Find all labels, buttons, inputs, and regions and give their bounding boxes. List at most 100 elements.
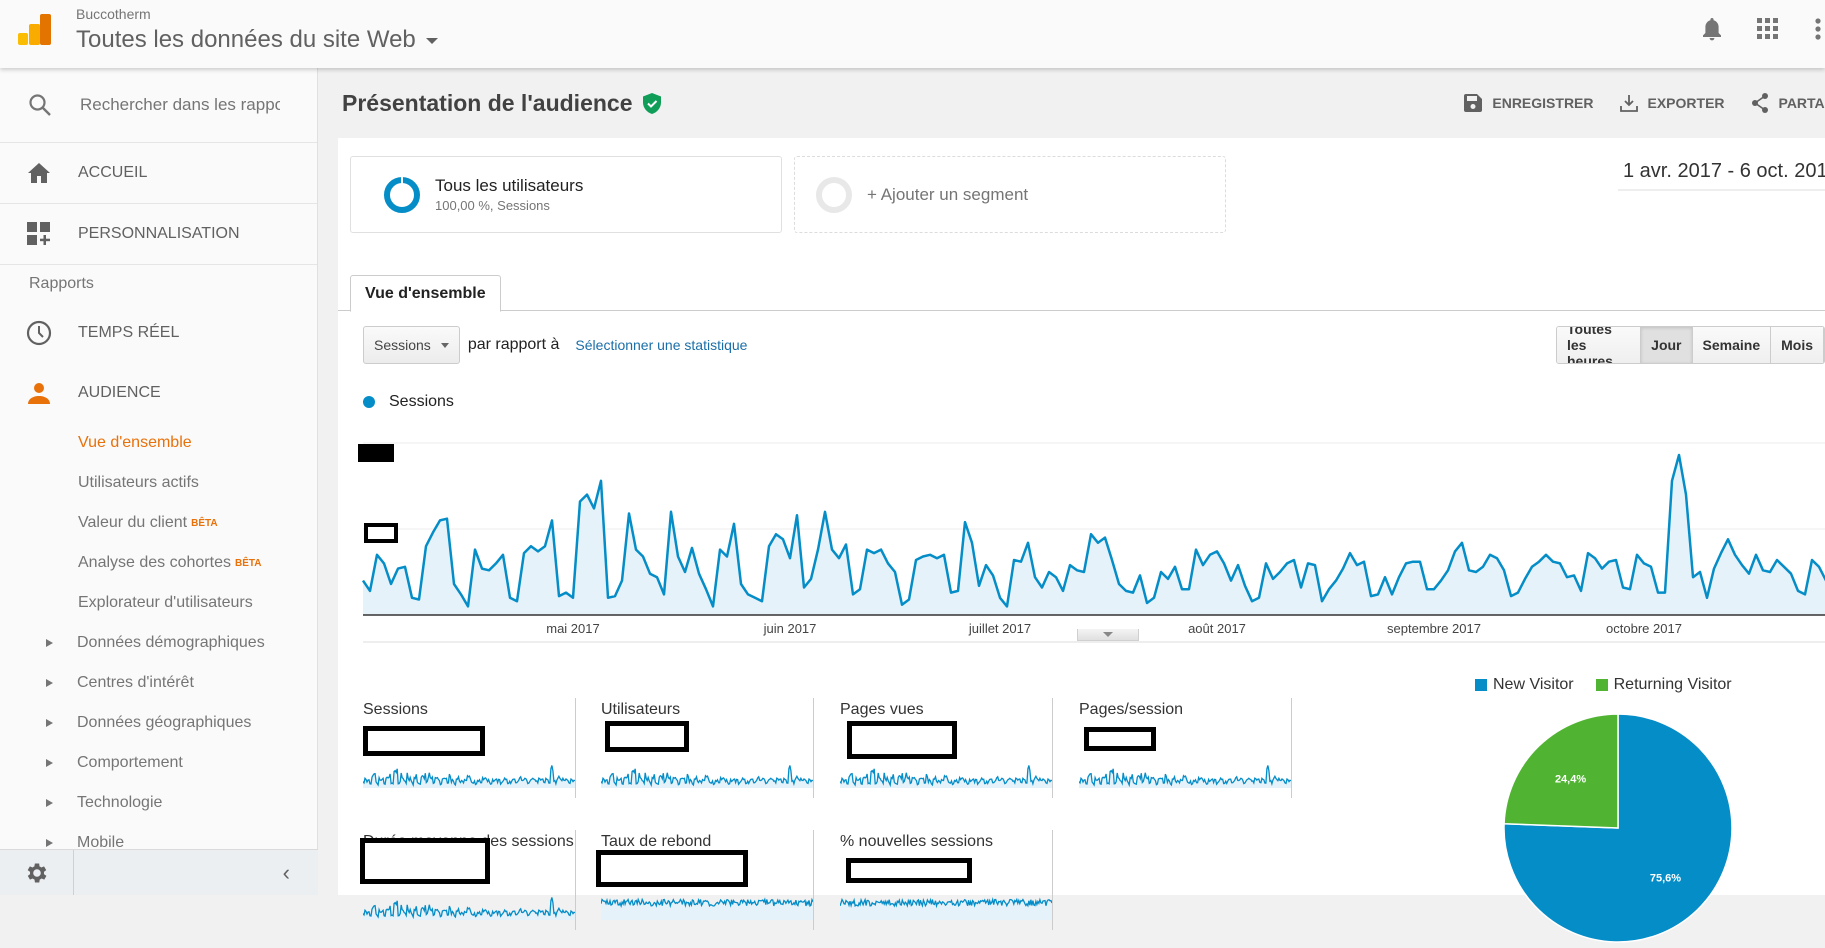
sessions-point[interactable]	[885, 560, 891, 566]
sessions-point[interactable]	[395, 566, 401, 572]
sessions-point[interactable]	[1081, 569, 1087, 575]
sessions-point[interactable]	[619, 578, 625, 584]
sessions-point[interactable]	[1207, 552, 1213, 558]
sessions-point[interactable]	[1445, 567, 1451, 573]
sessions-point[interactable]	[941, 552, 947, 558]
sessions-point[interactable]	[1704, 595, 1710, 601]
sessions-point[interactable]	[1599, 566, 1605, 572]
sessions-point[interactable]	[1809, 557, 1815, 563]
metric-tile[interactable]: Pages/session	[1054, 698, 1292, 798]
sessions-point[interactable]	[836, 555, 842, 561]
sessions-chart[interactable]: mai 2017 juin 2017 juillet 2017 août 2017 se…	[338, 363, 1825, 653]
sessions-point[interactable]	[1564, 574, 1570, 580]
metric-tile[interactable]: Utilisateurs	[576, 698, 814, 798]
sessions-point[interactable]	[556, 593, 562, 599]
sessions-point[interactable]	[983, 562, 989, 568]
share-button[interactable]: PARTAGER	[1751, 93, 1825, 113]
sessions-point[interactable]	[598, 478, 604, 484]
sessions-point[interactable]	[1305, 560, 1311, 566]
sidebar-subitem-lifetime-value[interactable]: Valeur du client BÊTA	[0, 503, 317, 543]
admin-gear-icon[interactable]	[0, 850, 74, 895]
sessions-point[interactable]	[913, 557, 919, 563]
sessions-point[interactable]	[1067, 562, 1073, 568]
sessions-point[interactable]	[717, 547, 723, 553]
sessions-point[interactable]	[976, 583, 982, 589]
sessions-point[interactable]	[1676, 452, 1682, 458]
sessions-point[interactable]	[857, 586, 863, 592]
sessions-point[interactable]	[1431, 586, 1437, 592]
sessions-point[interactable]	[437, 517, 443, 523]
sessions-point[interactable]	[1795, 588, 1801, 594]
sessions-point[interactable]	[1592, 555, 1598, 561]
sessions-point[interactable]	[612, 593, 618, 599]
metric-tile[interactable]: Durée moyenne des sessions	[338, 830, 576, 930]
sessions-point[interactable]	[1088, 531, 1094, 537]
sessions-point[interactable]	[1319, 598, 1325, 604]
collapse-sidebar-button[interactable]: ‹	[74, 850, 318, 895]
pie-legend-returning[interactable]: Returning Visitor	[1595, 676, 1732, 694]
sessions-point[interactable]	[1291, 557, 1297, 563]
metric-tile[interactable]: % nouvelles sessions	[815, 830, 1053, 930]
sessions-point[interactable]	[1641, 560, 1647, 566]
save-button[interactable]: ENREGISTRER	[1464, 94, 1594, 112]
sessions-point[interactable]	[1508, 593, 1514, 599]
sessions-point[interactable]	[514, 598, 520, 604]
sessions-point[interactable]	[1606, 559, 1612, 565]
sessions-point[interactable]	[1417, 559, 1423, 565]
sessions-point[interactable]	[1802, 591, 1808, 597]
sessions-point[interactable]	[493, 560, 499, 566]
sessions-point[interactable]	[1627, 586, 1633, 592]
sessions-point[interactable]	[1494, 555, 1500, 561]
sessions-point[interactable]	[829, 547, 835, 553]
sessions-point[interactable]	[801, 584, 807, 590]
sessions-point[interactable]	[1452, 548, 1458, 554]
notifications-bell-icon[interactable]	[1699, 16, 1725, 42]
sessions-point[interactable]	[808, 576, 814, 582]
sessions-point[interactable]	[1424, 586, 1430, 592]
sessions-point[interactable]	[1578, 588, 1584, 594]
sessions-point[interactable]	[1543, 552, 1549, 558]
granularity-week[interactable]: Semaine	[1692, 327, 1772, 363]
sessions-point[interactable]	[1368, 593, 1374, 599]
sessions-point[interactable]	[1487, 552, 1493, 558]
sessions-point[interactable]	[1011, 557, 1017, 563]
pie-slice[interactable]	[1503, 713, 1619, 829]
sessions-point[interactable]	[724, 554, 730, 560]
sessions-point[interactable]	[423, 543, 429, 549]
sessions-point[interactable]	[507, 595, 513, 601]
metric-tile[interactable]: Sessions	[338, 698, 576, 798]
metric-tile[interactable]: Taux de rebond	[576, 830, 814, 930]
sidebar-item-customization[interactable]: PERSONNALISATION	[0, 204, 317, 265]
sessions-point[interactable]	[521, 550, 527, 556]
sessions-point[interactable]	[731, 521, 737, 527]
sessions-point[interactable]	[1298, 584, 1304, 590]
sessions-point[interactable]	[1655, 590, 1661, 596]
sessions-point[interactable]	[1214, 548, 1220, 554]
sessions-point[interactable]	[1228, 578, 1234, 584]
sidebar-subitem-user-explorer[interactable]: Explorateur d'utilisateurs	[0, 583, 317, 623]
sessions-point[interactable]	[1501, 567, 1507, 573]
sessions-point[interactable]	[689, 545, 695, 551]
sessions-point[interactable]	[815, 547, 821, 553]
sessions-point[interactable]	[388, 581, 394, 587]
sessions-point[interactable]	[892, 569, 898, 575]
sidebar-expand-geo[interactable]: Données géographiques	[0, 703, 317, 743]
sessions-point[interactable]	[962, 519, 968, 525]
sessions-point[interactable]	[1529, 564, 1535, 570]
sessions-point[interactable]	[1130, 590, 1136, 596]
sessions-point[interactable]	[1746, 571, 1752, 577]
sessions-point[interactable]	[647, 571, 653, 577]
property-selector[interactable]: Toutes les données du site Web	[76, 26, 438, 54]
sessions-point[interactable]	[780, 536, 786, 542]
metric-select[interactable]: Sessions	[363, 326, 460, 364]
sessions-point[interactable]	[969, 540, 975, 546]
sidebar-subitem-active-users[interactable]: Utilisateurs actifs	[0, 463, 317, 503]
sessions-point[interactable]	[1396, 574, 1402, 580]
sessions-point[interactable]	[640, 554, 646, 560]
report-search[interactable]	[0, 68, 317, 143]
sessions-point[interactable]	[1200, 562, 1206, 568]
sessions-point[interactable]	[1459, 540, 1465, 546]
sessions-point[interactable]	[444, 516, 450, 522]
granularity-hourly[interactable]: Toutes les heures	[1557, 327, 1642, 363]
sessions-point[interactable]	[766, 543, 772, 549]
